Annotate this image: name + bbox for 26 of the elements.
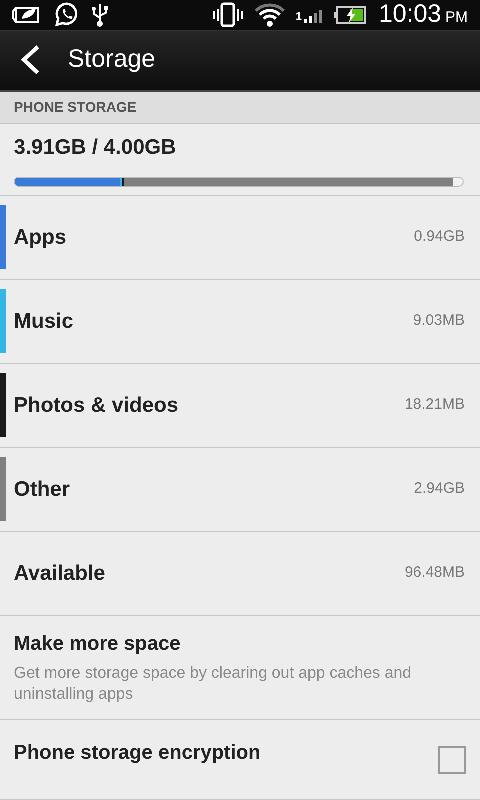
settings-item[interactable]: Phone storage encryption (0, 720, 480, 800)
category-size: 18.21MB (404, 395, 465, 416)
status-time: 10:03 (378, 2, 442, 28)
category-size: 2.94GB (414, 479, 465, 500)
signal-label: 1 (296, 12, 302, 23)
storage-usage: 3.91GB / 4.00GB (14, 134, 178, 161)
category-name: Music (14, 308, 75, 335)
category-size: 96.48MB (404, 563, 465, 584)
vibrate-icon (212, 2, 244, 28)
battery-charging-icon (332, 4, 367, 25)
wifi-icon (254, 2, 286, 28)
settings-item[interactable]: Make more space Get more storage space by clearing out app caches and uninstalling apps (0, 616, 480, 720)
category-size: 9.03MB (413, 311, 465, 332)
usb-icon (90, 2, 110, 28)
item-summary: Get more storage space by clearing out app caches and uninstalling apps (14, 664, 413, 706)
time-period: PM (446, 10, 468, 26)
screen-title: Storage (68, 44, 156, 76)
category-name: Apps (14, 224, 68, 251)
category-size: 0.94GB (414, 227, 465, 248)
category-name: Photos & videos (14, 392, 180, 419)
checkbox[interactable] (438, 746, 466, 774)
section-header: PHONE STORAGE (14, 98, 137, 117)
chat-bubble-icon (54, 2, 80, 28)
category-name: Available (14, 560, 106, 587)
signal-icon (302, 8, 323, 23)
category-name: Other (14, 476, 72, 503)
